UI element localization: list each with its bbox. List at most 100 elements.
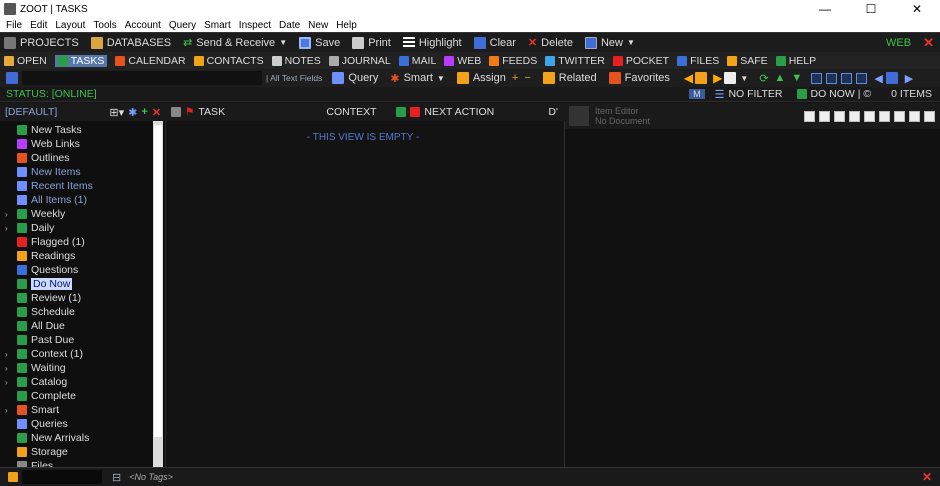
editor-tool-1-icon[interactable] — [804, 110, 815, 122]
expand-chevron-icon[interactable]: › — [5, 364, 8, 373]
nav-contacts[interactable]: CONTACTS — [193, 55, 264, 67]
text-fields-label[interactable]: | All Text Fields — [266, 73, 322, 83]
col-d[interactable]: D' — [548, 106, 558, 118]
default-label[interactable]: [DEFAULT] — [5, 106, 57, 118]
filter-icon[interactable] — [6, 72, 18, 84]
search-input[interactable] — [22, 71, 262, 85]
projects-button[interactable]: PROJECTS — [4, 36, 79, 49]
expand-chevron-icon[interactable]: › — [5, 210, 8, 219]
sidebar-item-questions[interactable]: Questions — [0, 263, 165, 277]
history-back-icon[interactable] — [695, 72, 708, 84]
editor-tool-8-icon[interactable] — [909, 110, 920, 122]
prev-arrow-icon[interactable]: ◀ — [684, 71, 693, 85]
sidebar-item-waiting[interactable]: › Waiting — [0, 361, 165, 375]
menu-new[interactable]: New — [308, 20, 328, 31]
sidebar-item-readings[interactable]: Readings — [0, 249, 165, 263]
print-button[interactable]: Print — [352, 36, 391, 49]
expand-chevron-icon[interactable]: › — [5, 378, 8, 387]
history-icon[interactable] — [724, 72, 737, 84]
filter-mode-button[interactable]: M — [689, 89, 705, 99]
remove-icon[interactable]: ✕ — [152, 106, 161, 119]
sidebar-item-schedule[interactable]: Schedule — [0, 305, 165, 319]
menu-help[interactable]: Help — [336, 20, 357, 31]
sidebar-item-flagged-1[interactable]: Flagged (1) — [0, 235, 165, 249]
up-icon[interactable]: ▲ — [775, 72, 786, 84]
editor-tool-7-icon[interactable] — [894, 110, 905, 122]
menu-edit[interactable]: Edit — [30, 20, 47, 31]
refresh-icon[interactable]: ⟳ — [759, 72, 768, 85]
menu-smart[interactable]: Smart — [204, 20, 231, 31]
save-button[interactable]: Save — [299, 36, 340, 49]
layout-icon-3[interactable] — [841, 72, 853, 84]
chevron-down-icon[interactable]: ▼ — [740, 74, 748, 83]
sidebar-item-new-tasks[interactable]: New Tasks — [0, 123, 165, 137]
sidebar-item-storage[interactable]: Storage — [0, 445, 165, 459]
menu-date[interactable]: Date — [279, 20, 300, 31]
new-button[interactable]: New ▼ — [584, 36, 635, 49]
editor-tool-4-icon[interactable] — [849, 110, 860, 122]
task-list-view[interactable]: - THIS VIEW IS EMPTY - — [165, 121, 560, 467]
sidebar-item-past-due[interactable]: Past Due — [0, 333, 165, 347]
menu-account[interactable]: Account — [125, 20, 161, 31]
editor-tool-5-icon[interactable] — [864, 110, 875, 122]
nav-help[interactable]: HELP — [775, 55, 816, 67]
nav-feeds[interactable]: FEEDS — [489, 55, 537, 67]
tag-input[interactable] — [22, 470, 102, 484]
close-tab-icon[interactable]: ✕ — [923, 35, 934, 51]
add-icon[interactable]: + — [141, 106, 147, 118]
expand-chevron-icon[interactable]: › — [5, 224, 8, 233]
next-arrow-icon[interactable]: ▶ — [713, 71, 722, 85]
nav-tasks[interactable]: TASKS — [54, 54, 108, 67]
nav-files[interactable]: FILES — [677, 55, 719, 67]
list-filter-icon[interactable]: ☰ — [715, 88, 725, 101]
sidebar-item-web-links[interactable]: Web Links — [0, 137, 165, 151]
nav-calendar[interactable]: CALENDAR — [115, 55, 186, 67]
sidebar-item-outlines[interactable]: Outlines — [0, 151, 165, 165]
sidebar-scrollbar[interactable] — [153, 121, 163, 467]
minimize-button[interactable]: — — [802, 2, 848, 16]
close-button[interactable]: ✕ — [894, 2, 940, 16]
sidebar-item-weekly[interactable]: › Weekly — [0, 207, 165, 221]
nav-notes[interactable]: NOTES — [271, 55, 321, 67]
tree-options-icon[interactable]: ⊞▾ — [109, 106, 124, 119]
forward-icon[interactable]: ▶ — [905, 72, 913, 85]
sidebar-item-complete[interactable]: Complete — [0, 389, 165, 403]
editor-tool-2-icon[interactable] — [819, 110, 830, 122]
menu-query[interactable]: Query — [169, 20, 196, 31]
delete-button[interactable]: ✕ Delete — [528, 36, 573, 50]
editor-tool-3-icon[interactable] — [834, 110, 845, 122]
sidebar-item-do-now[interactable]: Do Now — [0, 277, 165, 291]
nav-twitter[interactable]: TWITTER — [545, 55, 605, 67]
no-filter-label[interactable]: NO FILTER — [728, 88, 782, 100]
smart-button[interactable]: ✱ Smart ▼ — [390, 72, 444, 85]
col-context[interactable]: CONTEXT — [326, 106, 396, 118]
nav-journal[interactable]: JOURNAL — [328, 55, 391, 67]
sidebar-item-recent-items[interactable]: Recent Items — [0, 179, 165, 193]
scrollbar-thumb[interactable] — [154, 125, 162, 437]
tag-selector-icon[interactable]: ⊟ — [112, 471, 121, 484]
sidebar-item-files[interactable]: Files — [0, 459, 165, 467]
sidebar-item-catalog[interactable]: › Catalog — [0, 375, 165, 389]
maximize-button[interactable]: ☐ — [848, 2, 894, 16]
back-icon[interactable]: ◀ — [874, 72, 882, 85]
nav-pocket[interactable]: POCKET — [612, 55, 669, 67]
sidebar-item-context-1[interactable]: › Context (1) — [0, 347, 165, 361]
nav-web[interactable]: WEB — [444, 55, 481, 67]
menu-layout[interactable]: Layout — [55, 20, 85, 31]
close-tags-icon[interactable]: ✕ — [922, 470, 932, 484]
layout-icon-2[interactable] — [826, 72, 838, 84]
menu-inspect[interactable]: Inspect — [239, 20, 271, 31]
layout-icon-1[interactable] — [811, 72, 823, 84]
col-task[interactable]: TASK — [198, 106, 326, 118]
query-button[interactable]: Query — [332, 72, 378, 84]
sidebar-item-all-items-1[interactable]: All Items (1) — [0, 193, 165, 207]
clear-button[interactable]: Clear — [473, 36, 516, 49]
editor-tool-6-icon[interactable] — [879, 110, 890, 122]
sidebar-item-new-items[interactable]: New Items — [0, 165, 165, 179]
plus-icon[interactable]: + — [512, 72, 518, 84]
databases-button[interactable]: DATABASES — [90, 36, 171, 49]
related-button[interactable]: Related — [542, 72, 597, 84]
nav-mail[interactable]: MAIL — [398, 55, 436, 67]
web-label[interactable]: WEB — [886, 37, 911, 49]
tag-icon[interactable] — [8, 472, 18, 482]
